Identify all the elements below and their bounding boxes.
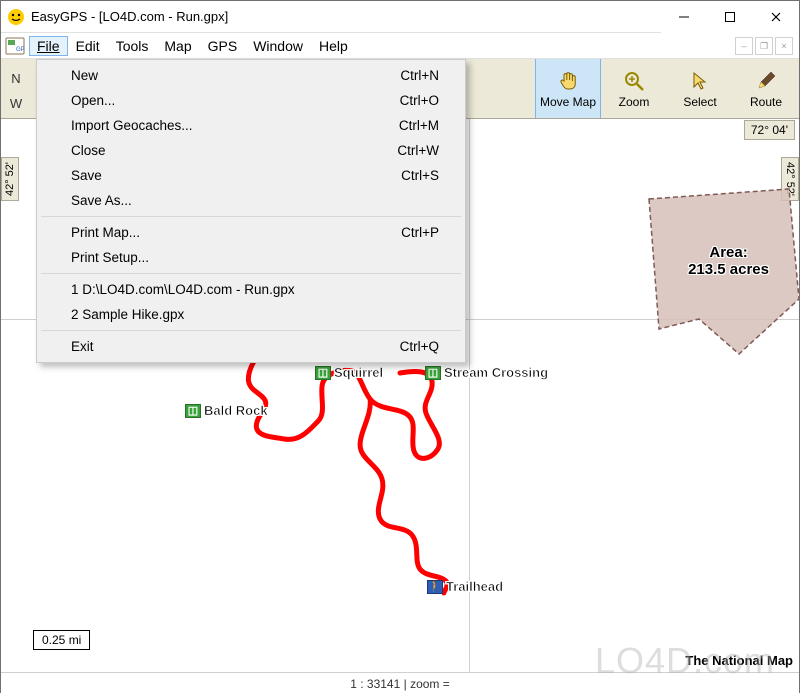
- file-menu-dropdown: NewCtrl+NOpen...Ctrl+OImport Geocaches..…: [36, 59, 466, 363]
- window-title: EasyGPS - [LO4D.com - Run.gpx]: [31, 9, 661, 24]
- tool-route[interactable]: Route: [733, 59, 799, 118]
- tool-select[interactable]: Select: [667, 59, 733, 118]
- tool-label: Move Map: [540, 95, 596, 109]
- file-menu-item[interactable]: 2 Sample Hike.gpx: [39, 302, 463, 327]
- menu-item-label: Save: [71, 168, 401, 183]
- menu-item-label: Close: [71, 143, 397, 158]
- file-menu-item[interactable]: Print Setup...: [39, 245, 463, 270]
- close-button[interactable]: [753, 1, 799, 33]
- file-menu-item[interactable]: NewCtrl+N: [39, 63, 463, 88]
- cursor-icon: [688, 69, 712, 93]
- window-controls: [661, 1, 799, 33]
- waypoint-icon: ◫: [185, 404, 201, 418]
- menu-item-shortcut: Ctrl+O: [400, 93, 439, 108]
- menu-separator: [41, 330, 461, 331]
- file-menu-item[interactable]: SaveCtrl+S: [39, 163, 463, 188]
- minimize-button[interactable]: [661, 1, 707, 33]
- hiker-icon: 🚶: [427, 580, 443, 594]
- toolbar-nav-left: N W: [1, 59, 31, 118]
- tool-move-map[interactable]: Move Map: [535, 59, 601, 118]
- menu-edit[interactable]: Edit: [68, 36, 108, 56]
- menu-window[interactable]: Window: [245, 36, 311, 56]
- menu-separator: [41, 216, 461, 217]
- menu-item-label: Print Setup...: [71, 250, 439, 265]
- menu-separator: [41, 273, 461, 274]
- menu-gps[interactable]: GPS: [200, 36, 246, 56]
- scale-bar: 0.25 mi: [33, 630, 90, 650]
- menu-item-shortcut: Ctrl+N: [400, 68, 439, 83]
- menu-item-label: Open...: [71, 93, 400, 108]
- tool-label: Zoom: [619, 95, 650, 109]
- menu-tools[interactable]: Tools: [108, 36, 157, 56]
- file-menu-item[interactable]: ExitCtrl+Q: [39, 334, 463, 359]
- menu-item-shortcut: Ctrl+W: [397, 143, 439, 158]
- mdi-restore-button[interactable]: ❐: [755, 37, 773, 55]
- menu-item-label: Exit: [71, 339, 400, 354]
- waypoint-icon: ◫: [425, 366, 441, 380]
- file-menu-item[interactable]: Save As...: [39, 188, 463, 213]
- menu-item-label: 2 Sample Hike.gpx: [71, 307, 439, 322]
- file-menu-item[interactable]: 1 D:\LO4D.com\LO4D.com - Run.gpx: [39, 277, 463, 302]
- file-menu-item[interactable]: Print Map...Ctrl+P: [39, 220, 463, 245]
- menu-item-shortcut: Ctrl+P: [401, 225, 439, 240]
- menu-item-label: New: [71, 68, 400, 83]
- waypoint-squirrel[interactable]: ◫ Squirrel: [315, 365, 383, 380]
- hand-icon: [556, 69, 580, 93]
- area-label: Area: 213.5 acres: [688, 244, 769, 278]
- app-icon: [7, 8, 25, 26]
- longitude-readout: 72° 04': [744, 120, 795, 140]
- mdi-close-button[interactable]: ×: [775, 37, 793, 55]
- magnifier-icon: [622, 69, 646, 93]
- waypoint-bald-rock[interactable]: ◫ Bald Rock: [185, 403, 268, 418]
- file-menu-item[interactable]: Open...Ctrl+O: [39, 88, 463, 113]
- menu-item-label: 1 D:\LO4D.com\LO4D.com - Run.gpx: [71, 282, 439, 297]
- mdi-minimize-button[interactable]: –: [735, 37, 753, 55]
- menu-file[interactable]: File: [29, 36, 68, 56]
- pencil-icon: [754, 69, 778, 93]
- menubar-logo-icon: GPX: [3, 33, 27, 59]
- menu-item-label: Import Geocaches...: [71, 118, 399, 133]
- tool-zoom[interactable]: Zoom: [601, 59, 667, 118]
- maximize-button[interactable]: [707, 1, 753, 33]
- mdi-controls: – ❐ ×: [735, 37, 793, 55]
- menu-item-shortcut: Ctrl+S: [401, 168, 439, 183]
- nav-letter-n: N: [11, 71, 20, 86]
- menu-help[interactable]: Help: [311, 36, 356, 56]
- waypoint-stream-crossing[interactable]: ◫ Stream Crossing: [425, 365, 548, 380]
- file-menu-item[interactable]: Import Geocaches...Ctrl+M: [39, 113, 463, 138]
- file-menu-item[interactable]: CloseCtrl+W: [39, 138, 463, 163]
- titlebar: EasyGPS - [LO4D.com - Run.gpx]: [1, 1, 799, 33]
- svg-text:GPX: GPX: [16, 47, 25, 53]
- tool-label: Select: [683, 95, 716, 109]
- map-credit: The National Map: [685, 653, 793, 668]
- menu-map[interactable]: Map: [156, 36, 199, 56]
- nav-letter-w: W: [10, 96, 22, 111]
- menubar: GPX File Edit Tools Map GPS Window Help …: [1, 33, 799, 59]
- menu-item-shortcut: Ctrl+M: [399, 118, 439, 133]
- tool-label: Route: [750, 95, 782, 109]
- menu-item-label: Print Map...: [71, 225, 401, 240]
- statusbar: 1 : 33141 | zoom =: [1, 672, 799, 694]
- menu-item-label: Save As...: [71, 193, 439, 208]
- menu-item-shortcut: Ctrl+Q: [400, 339, 439, 354]
- status-text: 1 : 33141 | zoom =: [350, 677, 450, 691]
- waypoint-icon: ◫: [315, 366, 331, 380]
- latitude-readout-left: 42° 52': [1, 157, 19, 201]
- waypoint-trailhead[interactable]: 🚶 Trailhead: [427, 579, 503, 594]
